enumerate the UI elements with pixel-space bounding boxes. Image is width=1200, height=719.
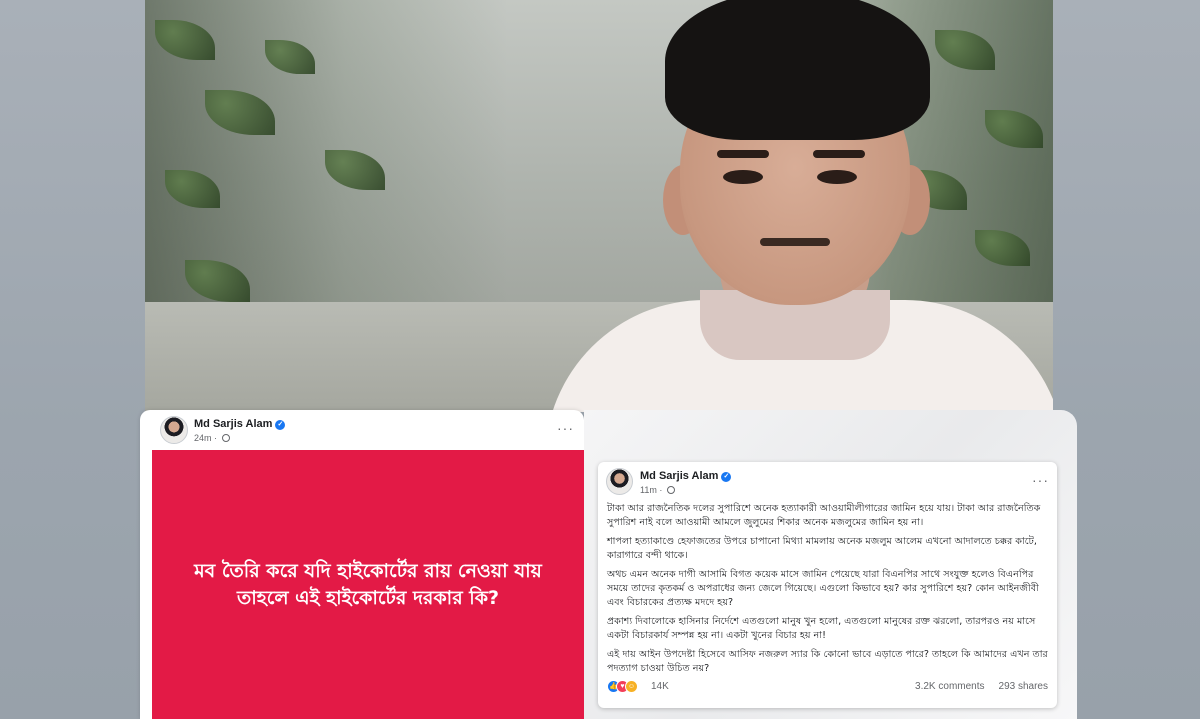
post-paragraph: শাপলা হত্যাকাণ্ডে হেফাজতের উপরে চাপানো ম… [607,535,1037,562]
right-post-panel: Md Sarjis Alam ✓ 11m · ··· টাকা আর রাজনৈত… [584,410,1077,719]
right-eyebrow [813,150,865,158]
left-facebook-post: Md Sarjis Alam ✓ 24m · ··· মব তৈরি করে যদ… [140,410,584,719]
engagement-stats: 3.2K comments 293 shares [915,681,1048,692]
more-options-button[interactable]: ··· [1032,472,1049,488]
reaction-icons[interactable]: 👍 ♥ ☺ [607,680,638,694]
verified-badge-icon: ✓ [275,420,286,430]
person [545,0,1053,412]
more-options-button[interactable]: ··· [557,420,574,436]
reaction-count[interactable]: 14K [651,681,669,692]
post-paragraph: অথচ এমন অনেক দাগী আসামি বিগত কয়েক মাসে … [607,568,1039,609]
right-facebook-post: Md Sarjis Alam ✓ 11m · ··· টাকা আর রাজনৈত… [598,462,1057,708]
left-eye [723,170,763,184]
avatar[interactable] [606,468,633,495]
comments-count[interactable]: 3.2K comments [915,681,984,692]
card-text: মব তৈরি করে যদি হাইকোর্টের রায় নেওয়া য… [194,559,542,609]
hero-photo [145,0,1053,412]
author-name-text[interactable]: Md Sarjis Alam [640,470,718,482]
globe-icon [221,434,230,442]
shares-count[interactable]: 293 shares [999,681,1048,692]
post-time[interactable]: 11m [640,485,657,495]
right-eye [817,170,857,184]
post-meta: 11m · [640,485,675,495]
post-paragraph: এই দায় আইন উপদেষ্টা হিসেবে আসিফ নজরুল স… [607,648,1048,675]
reactions-bar: 👍 ♥ ☺ 14K 3.2K comments 293 shares [607,680,1048,696]
globe-icon [666,486,675,494]
post-meta: 24m · [194,433,230,443]
avatar[interactable] [160,416,188,444]
post-header: Md Sarjis Alam ✓ 24m · ··· [160,416,574,450]
post-paragraph: প্রকাশ্য দিবালোকে হাসিনার নির্দেশে এতগুল… [607,615,1036,642]
post-time[interactable]: 24m [194,433,212,443]
post-body: টাকা আর রাজনৈতিক দলের সুপারিশে অনেক হত্য… [607,502,1049,680]
post-paragraph: টাকা আর রাজনৈতিক দলের সুপারিশে অনেক হত্য… [607,503,1041,529]
haha-icon: ☺ [625,680,638,693]
text-card: মব তৈরি করে যদি হাইকোর্টের রায় নেওয়া য… [152,450,584,719]
left-eyebrow [717,150,769,158]
author-name-text[interactable]: Md Sarjis Alam [194,418,272,430]
verified-badge-icon: ✓ [721,472,732,482]
post-header: Md Sarjis Alam ✓ 11m · ··· [606,468,1049,502]
mustache [760,238,830,246]
author-name[interactable]: Md Sarjis Alam ✓ [194,418,286,430]
hair [665,0,930,140]
author-name[interactable]: Md Sarjis Alam ✓ [640,470,732,482]
